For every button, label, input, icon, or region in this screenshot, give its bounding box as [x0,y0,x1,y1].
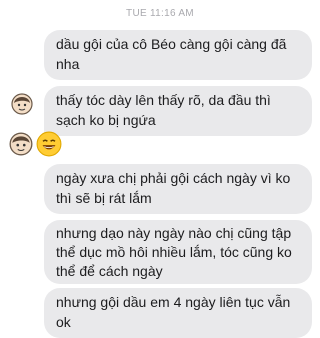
message-bubble[interactable]: nhưng gội dầu em 4 ngày liên tục vẫn ok [44,288,312,338]
message-bubble[interactable]: thấy tóc dày lên thấy rõ, da đầu thì sạc… [44,86,312,136]
face-icon [11,93,33,115]
reaction-row [8,130,72,158]
face-icon [9,132,33,156]
message-bubble[interactable]: nhưng dạo này ngày nào chị cũng tập thể … [44,220,312,284]
timestamp: TUE 11:16 AM [126,8,194,19]
message-bubble[interactable]: dầu gội của cô Béo càng gội càng đã nha [44,30,312,80]
grinning-emoji-icon [36,131,62,157]
message-bubble[interactable]: ngày xưa chị phải gội cách ngày vì ko th… [44,164,312,214]
